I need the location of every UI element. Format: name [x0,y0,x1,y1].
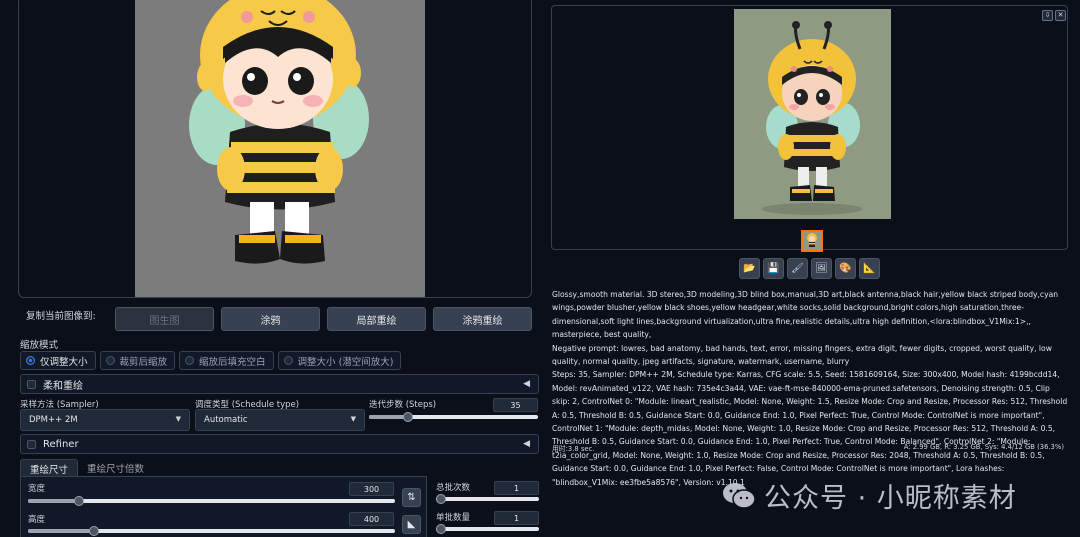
resize-mode-crop-and-resize[interactable]: 裁剪后缩放 [99,351,176,370]
wechat-watermark: 公众号 · 小昵称素材 [722,476,1017,515]
dropdown-arrow-icon: ▼ [350,415,356,423]
sampler-dropdown[interactable]: DPM++ 2M ▼ [20,409,190,431]
resize-mode-label: 缩放模式 [20,340,59,351]
3d-bee-girl-icon [734,9,891,219]
resize-mode-resize-and-fill[interactable]: 缩放后填充空白 [179,351,274,370]
watermark-text: 公众号 · 小昵称素材 [764,483,1017,514]
soft-inpainting-accordion[interactable]: 柔和重绘 ◀ [20,374,539,394]
swap-dimensions-button[interactable]: ⇅ [402,488,421,507]
refiner-accordion[interactable]: Refiner ◀ [20,434,539,454]
batch-count-label: 总批次数 [436,483,471,493]
collapse-triangle-icon[interactable]: ◀ [523,439,530,449]
slider-fill [28,499,80,503]
input-image-frame[interactable] [18,0,532,298]
resize-tabs: 重绘尺寸 重绘尺寸倍数 [20,459,153,477]
thumbnail-preview-icon [803,232,821,250]
slider-thumb[interactable] [402,412,413,422]
wechat-logo-icon [723,482,756,509]
batch-size-slider[interactable] [436,524,539,534]
batch-size-number-input[interactable]: 1 [494,511,539,525]
open-folder-icon[interactable]: 📂 [739,258,760,279]
soft-inpainting-label: 柔和重绘 [43,380,83,392]
radio-dot-icon [26,356,35,365]
refiner-checkbox[interactable] [27,439,36,449]
collapse-triangle-icon[interactable]: ◀ [523,379,530,389]
height-label: 高度 [28,515,46,525]
slider-thumb[interactable] [436,494,446,504]
tab-resize-by[interactable]: 重绘尺寸倍数 [78,459,153,477]
steps-label: 迭代步数 (Steps) [369,400,437,410]
soft-inpainting-checkbox[interactable] [27,379,36,389]
parameters-text: Steps: 35, Sampler: DPM++ 2M, Schedule t… [552,370,1068,487]
slider-thumb[interactable] [436,524,446,534]
radio-label: 缩放后填充空白 [199,356,266,368]
gallery-thumbnail[interactable] [801,230,823,252]
output-toolbar: 📂 💾 🖌 🖼 🎨 📐 [739,258,880,279]
vram-usage: A: 2.99 GB, R: 3.25 GB, Sys: 4.4/12 GB (… [903,443,1064,451]
copy-image-row: 复制当前图像到: 图生图 涂鸦 局部重绘 涂鸦重绘 [26,304,536,332]
ruler-triangle-icon: ◣ [407,519,416,530]
radio-label: 调整大小 (潜空间放大) [297,356,394,368]
radio-dot-icon [185,356,195,365]
width-label: 宽度 [28,484,46,494]
negative-prompt-text: Negative prompt: lowres, bad anatomy, ba… [552,343,1052,367]
save-icon[interactable]: 💾 [763,258,784,279]
steps-slider[interactable] [369,412,538,422]
slider-fill [28,529,95,533]
output-gallery[interactable]: ⇩ ✕ [551,5,1068,252]
time-taken: 用时:3.8 sec. [552,445,595,453]
generated-image[interactable] [734,9,891,219]
steps-number-input[interactable]: 35 [493,398,538,412]
schedule-type-value: Automatic [204,415,248,425]
generation-info: Glossy,smooth material. 3D stereo,3D mod… [552,288,1070,489]
tab-resize-to[interactable]: 重绘尺寸 [20,459,79,477]
input-image[interactable] [135,0,425,297]
copy-image-label: 复制当前图像到: [26,311,96,322]
dropdown-arrow-icon: ▼ [175,415,181,423]
radio-label: 裁剪后缩放 [119,356,168,368]
sampler-value: DPM++ 2M [29,415,78,425]
batch-count-slider[interactable] [436,494,539,504]
slider-thumb[interactable] [89,526,100,536]
height-slider[interactable] [28,526,395,536]
height-number-input[interactable]: 400 [349,512,394,526]
output-panel: ⇩ ✕ 📂 💾 🖌 🖼 🎨 📐 Glossy,smooth material. … [546,0,1080,537]
send-to-ruler-icon[interactable]: 📐 [859,258,880,279]
batch-count-number-input[interactable]: 1 [494,481,539,495]
cartoon-bee-girl-icon [135,0,425,297]
send-to-img2img-icon[interactable]: 🖌 [787,258,808,279]
resize-mode-just-resize[interactable]: 仅调整大小 [20,351,96,370]
refiner-label: Refiner [43,438,79,450]
radio-dot-icon [283,356,293,365]
close-icon[interactable]: ✕ [1055,10,1066,21]
radio-label: 仅调整大小 [40,356,88,368]
download-icon[interactable]: ⇩ [1042,10,1053,21]
copy-to-inpaint-sketch-button[interactable]: 涂鸦重绘 [433,307,532,331]
performance-stats: 用时:3.8 sec. A: 2.99 GB, R: 3.25 GB, Sys:… [552,443,1070,453]
img2img-left-panel: 复制当前图像到: 图生图 涂鸦 局部重绘 涂鸦重绘 缩放模式 仅调整大小 裁剪后… [0,0,545,537]
resize-mode-group: 仅调整大小 裁剪后缩放 缩放后填充空白 调整大小 (潜空间放大) [20,351,402,371]
schedule-type-dropdown[interactable]: Automatic ▼ [195,409,365,431]
batch-size-label: 单批数量 [436,513,471,523]
width-slider[interactable] [28,496,395,506]
width-number-input[interactable]: 300 [349,482,394,496]
resize-mode-latent-upscale[interactable]: 调整大小 (潜空间放大) [277,351,402,370]
resize-tab-panel: 宽度 300 ⇅ 高度 400 ◣ [20,476,427,537]
send-to-inpaint-icon[interactable]: 🖼 [811,258,832,279]
prompt-text: Glossy,smooth material. 3D stereo,3D mod… [552,290,1059,340]
swap-arrows-icon: ⇅ [407,492,416,503]
copy-to-img2img-button[interactable]: 图生图 [115,307,214,331]
radio-dot-icon [105,356,115,365]
slider-thumb[interactable] [74,496,85,506]
copy-to-inpaint-button[interactable]: 局部重绘 [327,307,426,331]
copy-to-sketch-button[interactable]: 涂鸦 [221,307,320,331]
aspect-ratio-button[interactable]: ◣ [402,515,421,534]
send-to-extras-icon[interactable]: 🎨 [835,258,856,279]
